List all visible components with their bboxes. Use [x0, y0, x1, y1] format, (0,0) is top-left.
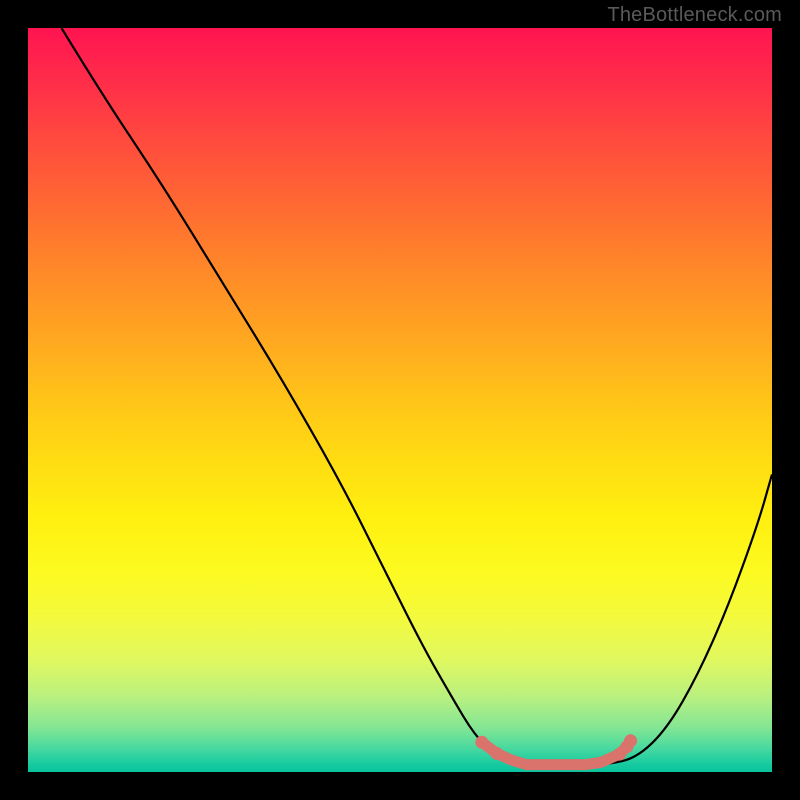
chart-svg [28, 28, 772, 772]
plot-area [28, 28, 772, 772]
bottleneck-curve-path [61, 28, 772, 765]
optimal-range-highlight-group [475, 734, 637, 764]
optimal-range-dot [624, 734, 637, 747]
optimal-range-dot [490, 747, 503, 760]
optimal-range-stroke [482, 741, 631, 765]
optimal-range-dot [475, 736, 488, 749]
watermark-text: TheBottleneck.com [607, 4, 782, 27]
